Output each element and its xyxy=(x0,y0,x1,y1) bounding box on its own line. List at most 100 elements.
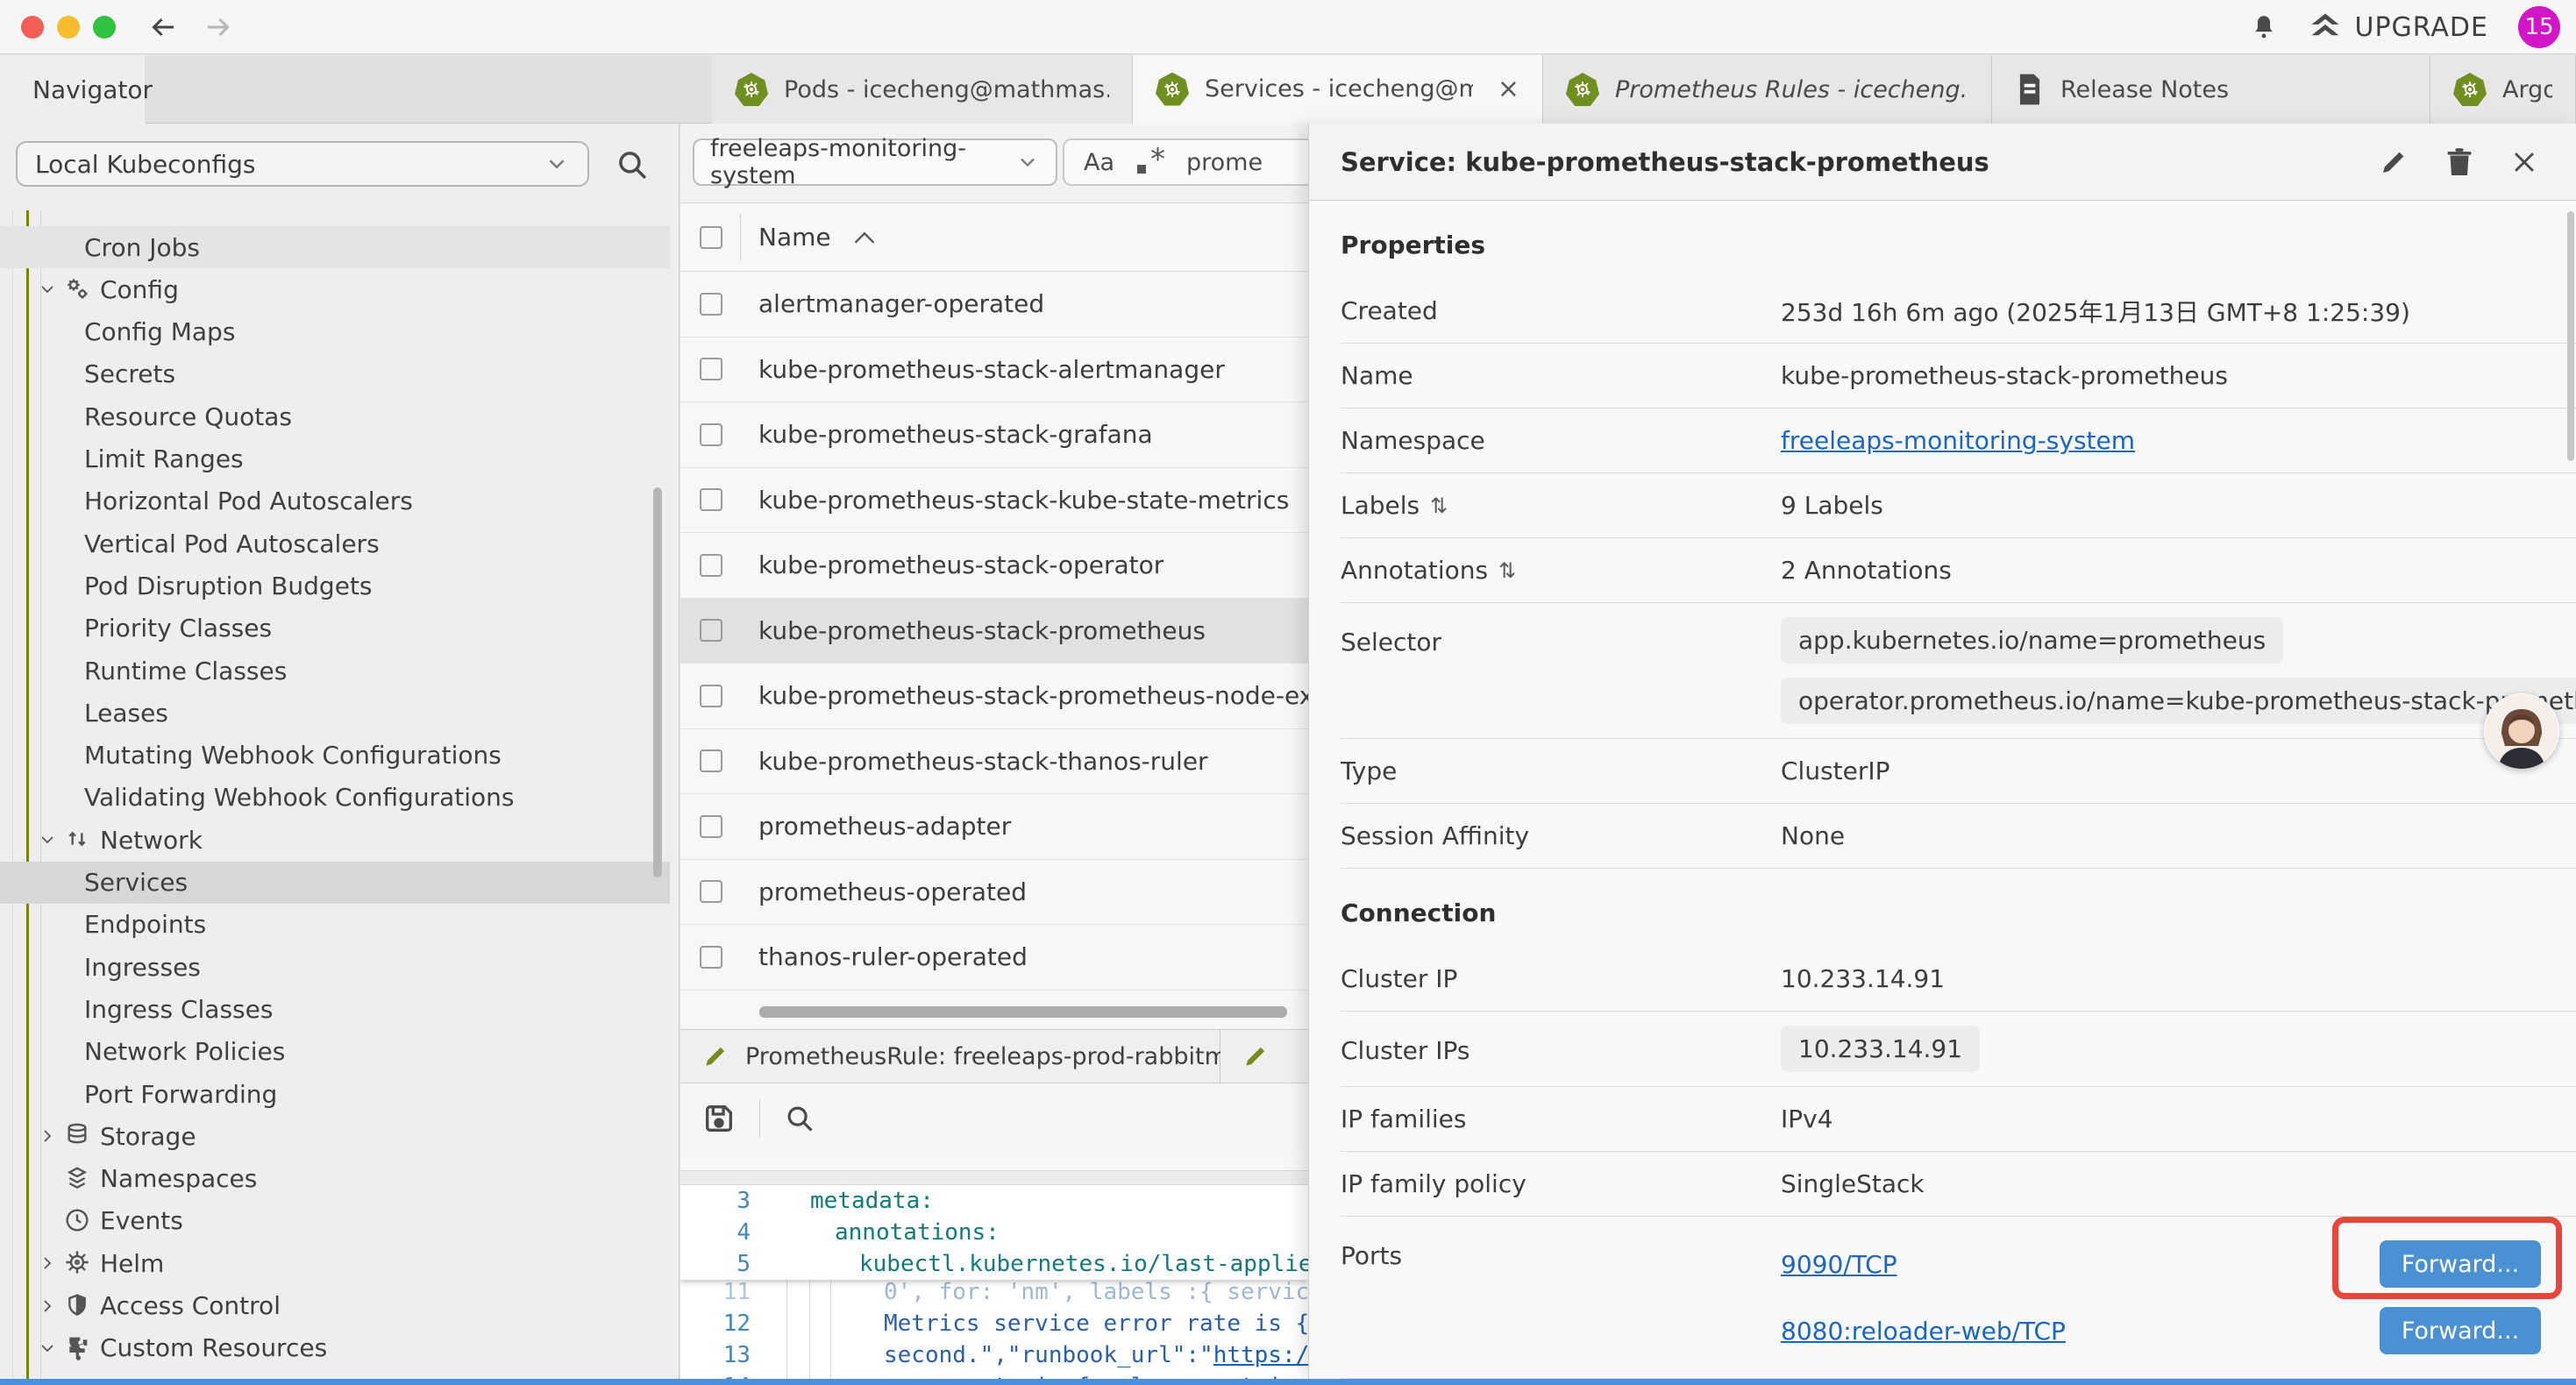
row-checkbox[interactable] xyxy=(700,488,722,511)
close-tab-icon[interactable]: × xyxy=(1498,74,1519,104)
save-icon[interactable] xyxy=(701,1101,737,1136)
row-checkbox[interactable] xyxy=(700,358,722,380)
sidebar-item-pod-disruption-budgets[interactable]: Pod Disruption Budgets xyxy=(0,565,670,607)
yaml-link[interactable]: https://net xyxy=(1213,1342,1308,1368)
sort-asc-icon[interactable] xyxy=(852,230,877,245)
tab-release-notes[interactable]: Release Notes xyxy=(1992,55,2430,124)
sidebar-item-definitions[interactable]: Definitions xyxy=(0,1369,670,1379)
sidebar-item-validating-webhook-configurations[interactable]: Validating Webhook Configurations xyxy=(0,777,670,819)
table-row-kube-prometheus-stack-prometheus-node-exporter[interactable]: kube-prometheus-stack-prometheus-node-ex… xyxy=(680,664,1308,729)
port-link[interactable]: 8080:reloader-web/TCP xyxy=(1781,1317,2066,1346)
row-checkbox[interactable] xyxy=(700,946,722,969)
sidebar-item-endpoints[interactable]: Endpoints xyxy=(0,904,670,946)
sidebar-item-custom-resources[interactable]: Custom Resources xyxy=(0,1327,670,1369)
table-row-kube-prometheus-stack-prometheus[interactable]: kube-prometheus-stack-prometheus xyxy=(680,599,1308,664)
chevron-down-icon[interactable] xyxy=(37,1338,58,1359)
table-row-thanos-ruler-operated[interactable]: thanos-ruler-operated xyxy=(680,925,1308,991)
editor-tab-prometheusrule-freeleaps-prod-rabbitmq[interactable]: PrometheusRule: freeleaps-prod-rabbitmq xyxy=(680,1030,1220,1083)
back-icon[interactable] xyxy=(147,11,179,43)
tab-argo-se[interactable]: Argo Se xyxy=(2430,55,2576,124)
window-close-button[interactable] xyxy=(21,16,44,39)
sidebar-item-network-policies[interactable]: Network Policies xyxy=(0,1031,670,1073)
row-checkbox[interactable] xyxy=(700,815,722,838)
editor-search-icon[interactable] xyxy=(783,1102,816,1135)
sidebar-item-ingresses[interactable]: Ingresses xyxy=(0,946,670,988)
table-row-alertmanager-operated[interactable]: alertmanager-operated xyxy=(680,272,1308,337)
sidebar-item-mutating-webhook-configurations[interactable]: Mutating Webhook Configurations xyxy=(0,735,670,777)
row-checkbox[interactable] xyxy=(700,554,722,577)
sidebar-item-storage[interactable]: Storage xyxy=(0,1115,670,1157)
bell-icon[interactable] xyxy=(2249,12,2279,42)
sidebar-item-priority-classes[interactable]: Priority Classes xyxy=(0,607,670,650)
horizontal-scrollbar[interactable] xyxy=(759,1006,1287,1018)
table-row-prometheus-adapter[interactable]: prometheus-adapter xyxy=(680,794,1308,860)
row-checkbox[interactable] xyxy=(700,293,722,316)
sort-toggle-icon[interactable]: ⇅ xyxy=(1430,494,1448,518)
sort-toggle-icon[interactable]: ⇅ xyxy=(1498,558,1516,583)
chevron-down-icon[interactable] xyxy=(37,829,58,850)
sidebar-item-network[interactable]: Network xyxy=(0,819,670,861)
navigator-tab[interactable]: Navigator xyxy=(0,55,145,124)
row-checkbox[interactable] xyxy=(700,685,722,707)
detail-scrollbar[interactable] xyxy=(2567,211,2574,461)
table-row-kube-prometheus-stack-kube-state-metrics[interactable]: kube-prometheus-stack-kube-state-metrics xyxy=(680,468,1308,534)
edit-icon[interactable] xyxy=(2378,146,2409,178)
delete-icon[interactable] xyxy=(2444,146,2474,178)
sidebar-item-limit-ranges[interactable]: Limit Ranges xyxy=(0,438,670,480)
tab-pods-icecheng-mathmas[interactable]: Pods - icecheng@mathmas... xyxy=(712,55,1133,124)
sidebar-item-port-forwarding[interactable]: Port Forwarding xyxy=(0,1073,670,1115)
sidebar-item-namespaces[interactable]: Namespaces xyxy=(0,1158,670,1200)
table-row-kube-prometheus-stack-grafana[interactable]: kube-prometheus-stack-grafana xyxy=(680,402,1308,468)
row-checkbox[interactable] xyxy=(700,619,722,642)
window-zoom-button[interactable] xyxy=(93,16,116,39)
table-row-kube-prometheus-stack-alertmanager[interactable]: kube-prometheus-stack-alertmanager xyxy=(680,337,1308,403)
name-search-input[interactable]: Aa * prome xyxy=(1063,138,1308,186)
window-minimize-button[interactable] xyxy=(57,16,80,39)
sidebar-item-resource-quotas[interactable]: Resource Quotas xyxy=(0,395,670,437)
row-checkbox[interactable] xyxy=(700,880,722,903)
sidebar-item-services[interactable]: Services xyxy=(0,862,670,904)
tab-prometheus-rules-icecheng[interactable]: Prometheus Rules - icecheng... xyxy=(1543,55,1992,124)
tab-services-icecheng-math[interactable]: Services - icecheng@math...× xyxy=(1133,55,1543,124)
upgrade-button[interactable]: UPGRADE xyxy=(2309,12,2488,43)
namespace-filter-dropdown[interactable]: freeleaps-monitoring-system xyxy=(693,138,1057,186)
port-link[interactable]: 9090/TCP xyxy=(1781,1250,1897,1279)
sidebar-item-horizontal-pod-autoscalers[interactable]: Horizontal Pod Autoscalers xyxy=(0,480,670,522)
sidebar-scrollbar[interactable] xyxy=(653,487,662,877)
sidebar-item-leases[interactable]: Leases xyxy=(0,692,670,734)
yaml-editor[interactable]: 110', for: 'nm', labels :{ service : '12… xyxy=(680,1185,1308,1379)
sidebar-item-helm[interactable]: Helm xyxy=(0,1242,670,1284)
table-row-kube-prometheus-stack-thanos-ruler[interactable]: kube-prometheus-stack-thanos-ruler xyxy=(680,729,1308,795)
chevron-right-icon[interactable] xyxy=(37,1126,58,1147)
table-row-prometheus-operated[interactable]: prometheus-operated xyxy=(680,860,1308,926)
editor-tab[interactable] xyxy=(1220,1030,1308,1083)
row-checkbox[interactable] xyxy=(700,423,722,446)
regex-icon[interactable]: * xyxy=(1135,147,1165,177)
chevron-down-icon[interactable] xyxy=(37,279,58,300)
sidebar-item-config-maps[interactable]: Config Maps xyxy=(0,311,670,353)
sidebar-item-access-control[interactable]: Access Control xyxy=(0,1285,670,1327)
forward-button[interactable]: Forward... xyxy=(2380,1240,2541,1288)
sidebar-item-secrets[interactable]: Secrets xyxy=(0,353,670,395)
match-case-icon[interactable]: Aa xyxy=(1084,149,1114,176)
sidebar-item-vertical-pod-autoscalers[interactable]: Vertical Pod Autoscalers xyxy=(0,522,670,565)
kubeconfig-selector[interactable]: Local Kubeconfigs xyxy=(16,141,589,187)
name-column-header[interactable]: Name xyxy=(758,223,831,252)
sidebar-item-events[interactable]: Events xyxy=(0,1200,670,1242)
sidebar-item-runtime-classes[interactable]: Runtime Classes xyxy=(0,650,670,692)
notification-badge[interactable]: 15 xyxy=(2518,6,2560,48)
table-row-kube-prometheus-stack-operator[interactable]: kube-prometheus-stack-operator xyxy=(680,533,1308,599)
forward-button[interactable]: Forward... xyxy=(2380,1307,2541,1354)
chevron-right-icon[interactable] xyxy=(37,1296,58,1317)
sidebar-item-cron-jobs[interactable]: Cron Jobs xyxy=(0,226,670,268)
chevron-right-icon[interactable] xyxy=(37,1253,58,1274)
line-number: 11 xyxy=(680,1279,751,1305)
namespace-link[interactable]: freeleaps-monitoring-system xyxy=(1781,426,2135,455)
close-icon[interactable] xyxy=(2509,147,2539,177)
avatar[interactable] xyxy=(2484,693,2559,769)
select-all-checkbox[interactable] xyxy=(700,226,722,249)
sidebar-item-config[interactable]: Config xyxy=(0,268,670,310)
sidebar-item-ingress-classes[interactable]: Ingress Classes xyxy=(0,988,670,1030)
row-checkbox[interactable] xyxy=(700,749,722,772)
search-icon[interactable] xyxy=(614,146,651,183)
